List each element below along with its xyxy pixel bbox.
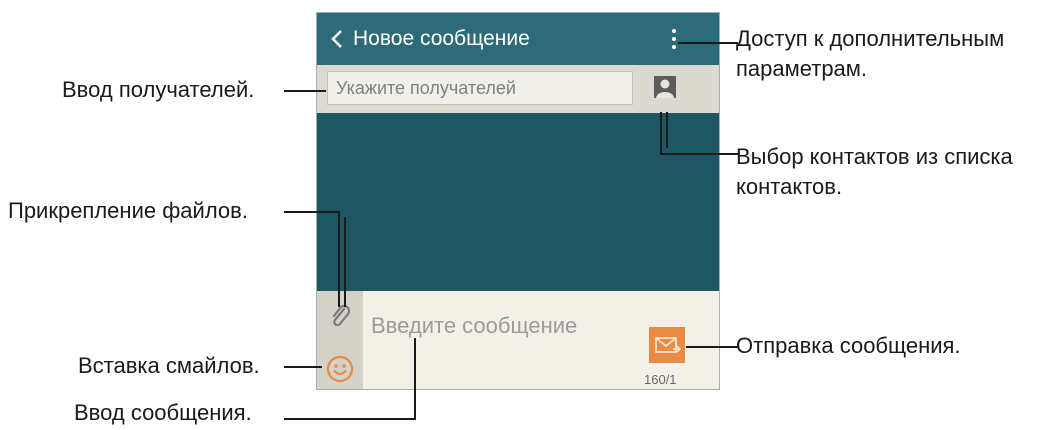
callout-message: Ввод сообщения.	[74, 398, 252, 428]
app-bar: Новое сообщение	[317, 13, 719, 65]
callout-recipients-text: Ввод получателей.	[62, 77, 255, 102]
contact-icon[interactable]	[653, 75, 677, 99]
callout-line-attach	[338, 211, 340, 307]
callout-send-text: Отправка сообщения.	[736, 333, 961, 358]
callout-contacts: Выбор контактов из списка контактов.	[736, 142, 1046, 202]
callout-more-options: Доступ к дополнительным параметрам.	[736, 24, 1046, 84]
callout-line-send	[686, 346, 738, 348]
callout-more-options-text: Доступ к дополнительным параметрам.	[736, 26, 1005, 81]
message-input[interactable]: Введите сообщение	[371, 313, 577, 339]
callout-attach: Прикрепление файлов.	[8, 196, 248, 226]
page-title: Новое сообщение	[353, 27, 530, 50]
smiley-icon[interactable]	[326, 355, 354, 383]
callout-line-message	[284, 418, 416, 420]
compose-tools	[317, 291, 363, 389]
callout-recipients: Ввод получателей.	[62, 75, 254, 105]
callout-contacts-text: Выбор контактов из списка контактов.	[736, 144, 1013, 199]
paperclip-icon[interactable]	[329, 303, 353, 331]
message-compose-screen: Новое сообщение Введите сообщение	[316, 12, 720, 390]
callout-message-text: Ввод сообщения.	[74, 400, 252, 425]
char-counter: 160/1	[644, 372, 677, 387]
callout-attach-text: Прикрепление файлов.	[8, 198, 248, 223]
callout-line-message	[414, 338, 416, 420]
callout-line-contacts	[666, 112, 668, 148]
send-button[interactable]	[649, 327, 685, 363]
recipients-input[interactable]	[328, 72, 632, 104]
callout-line-emoticons	[284, 366, 322, 368]
recipients-field[interactable]	[327, 71, 633, 105]
compose-area: Введите сообщение 160/1	[317, 291, 719, 389]
callout-send: Отправка сообщения.	[736, 331, 961, 361]
back-icon[interactable]	[327, 27, 349, 51]
recipients-bar	[317, 65, 719, 113]
callout-line-attach	[344, 217, 346, 307]
more-options-icon[interactable]	[669, 25, 679, 55]
send-envelope-icon	[655, 337, 682, 353]
callout-emoticons: Вставка смайлов.	[78, 351, 260, 381]
callout-line-contacts	[660, 153, 738, 155]
callout-emoticons-text: Вставка смайлов.	[78, 353, 260, 378]
callout-line-recipients	[284, 90, 326, 92]
callout-line-attach	[284, 211, 340, 213]
callout-line-contacts	[660, 112, 662, 154]
callout-line-more-options	[678, 42, 738, 44]
